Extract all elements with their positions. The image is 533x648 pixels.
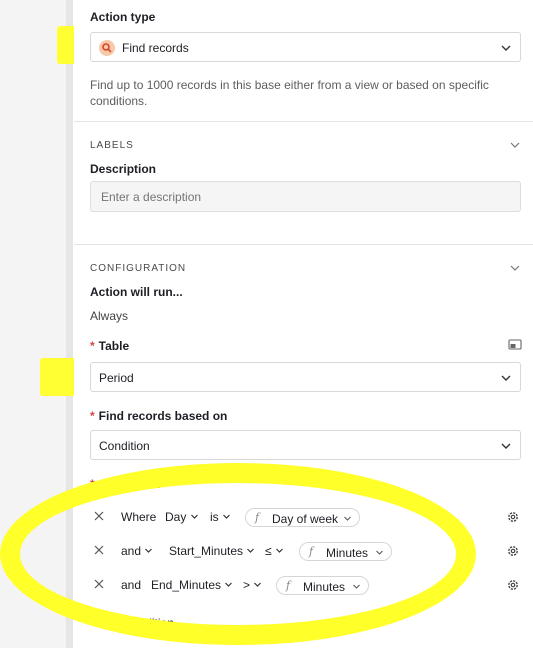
divider	[74, 244, 533, 245]
find-records-value: Condition	[99, 439, 150, 453]
action-type-description: Find up to 1000 records in this base eit…	[90, 78, 489, 108]
find-records-select[interactable]: Condition	[90, 430, 521, 460]
table-label: * Table	[90, 339, 129, 353]
action-will-run-value: Always	[90, 309, 129, 323]
gear-icon[interactable]	[506, 544, 520, 558]
chevron-down-icon	[501, 443, 511, 449]
find-records-label: * Find records based on	[90, 409, 227, 423]
labels-section-title: LABELS	[90, 140, 134, 151]
action-will-run-label: Action will run...	[90, 285, 183, 299]
expand-icon[interactable]	[508, 339, 522, 351]
action-type-value: Find records	[122, 41, 189, 55]
find-records-label-text: Find records based on	[98, 409, 228, 423]
table-select[interactable]: Period	[90, 362, 521, 392]
required-mark: *	[90, 409, 95, 423]
configuration-section-title: CONFIGURATION	[90, 263, 187, 274]
description-input[interactable]: Enter a description	[90, 181, 521, 212]
description-label: Description	[90, 162, 157, 176]
search-icon	[99, 40, 115, 56]
gear-icon[interactable]	[506, 510, 520, 524]
table-value: Period	[99, 371, 134, 385]
highlight-ring	[0, 463, 476, 645]
action-type-select[interactable]: Find records	[90, 32, 521, 62]
chevron-down-icon	[501, 375, 511, 381]
required-mark: *	[90, 339, 95, 353]
table-label-text: Table	[98, 339, 130, 353]
chevron-down-icon	[501, 45, 511, 51]
divider	[74, 121, 533, 122]
description-placeholder: Enter a description	[101, 190, 202, 204]
gear-icon[interactable]	[506, 578, 520, 592]
collapse-configuration-icon[interactable]	[509, 262, 521, 274]
action-type-label: Action type	[90, 10, 156, 24]
collapse-labels-icon[interactable]	[509, 139, 521, 151]
